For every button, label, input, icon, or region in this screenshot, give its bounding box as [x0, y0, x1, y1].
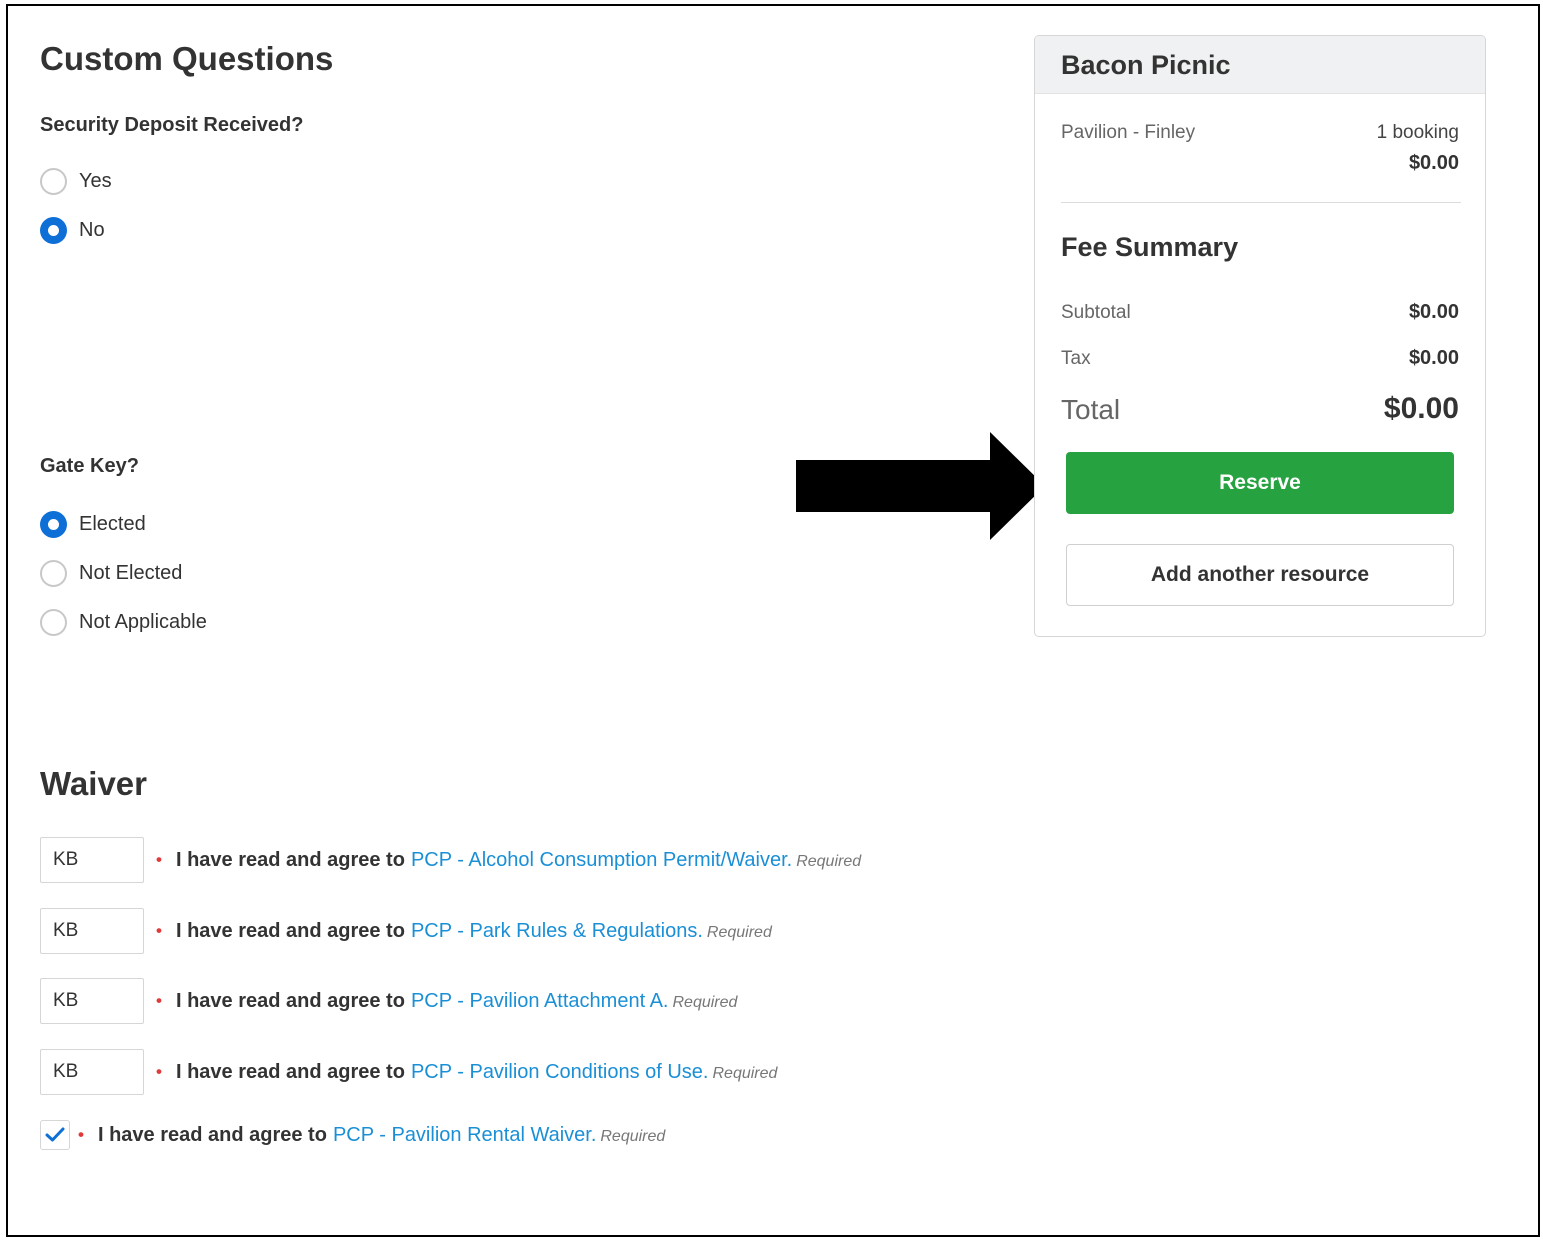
required-marker: • [156, 850, 162, 869]
radio-button[interactable] [40, 608, 67, 636]
summary-title: Bacon Picnic [1035, 36, 1485, 94]
booking-count: 1 booking [1376, 122, 1459, 143]
required-label: Required [672, 993, 738, 1011]
radio-label: Elected [79, 512, 146, 535]
resource-name: Pavilion - Finley [1061, 122, 1196, 143]
agree-text: I have read and agree to PCP - Pavilion R… [97, 1123, 666, 1146]
gate-key-option-not-elected[interactable]: Not Elected [40, 557, 182, 589]
total-value: $0.00 [1383, 392, 1459, 425]
arrow-right-icon [796, 432, 1045, 540]
waiver-link[interactable]: PCP - Alcohol Consumption Permit/Waiver. [411, 849, 792, 871]
waiver-row: • I have read and agree toPCP - Pavilion… [40, 1049, 777, 1095]
required-label: Required [796, 852, 862, 870]
required-label: Required [712, 1064, 778, 1082]
required-marker: • [156, 1062, 162, 1081]
initials-input[interactable] [40, 978, 144, 1024]
add-another-resource-button[interactable]: Add another resource [1066, 544, 1454, 606]
waiver-link[interactable]: PCP - Pavilion Rental Waiver. [333, 1124, 596, 1146]
resource-amount: $0.00 [1408, 152, 1459, 174]
gate-key-label: Gate Key? [40, 455, 139, 477]
subtotal-value: $0.00 [1408, 301, 1459, 323]
radio-button-selected[interactable] [40, 216, 67, 244]
agree-text: I have read and agree to PCP - Alcohol Co… [175, 848, 862, 871]
waiver-link[interactable]: PCP - Park Rules & Regulations. [411, 920, 703, 942]
radio-label: Not Applicable [79, 610, 207, 633]
radio-label: No [79, 218, 105, 241]
tax-label: Tax [1061, 348, 1091, 369]
agree-text: I have read and agree to PCP - Pavilion C… [175, 1060, 778, 1083]
subtotal-label: Subtotal [1061, 302, 1131, 323]
waiver-checkbox[interactable] [40, 1120, 70, 1150]
required-marker: • [156, 991, 162, 1010]
summary-card: Bacon Picnic Pavilion - Finley 1 booking… [1034, 35, 1486, 637]
waiver-heading: Waiver [40, 765, 147, 802]
waiver-row: • I have read and agree toPCP - Alcohol … [40, 837, 861, 883]
required-marker: • [156, 921, 162, 940]
initials-input[interactable] [40, 837, 144, 883]
gate-key-option-not-applicable[interactable]: Not Applicable [40, 606, 207, 638]
initials-input[interactable] [40, 908, 144, 954]
tax-value: $0.00 [1408, 347, 1459, 369]
radio-label: Yes [79, 169, 112, 192]
security-deposit-label: Security Deposit Received? [40, 114, 304, 136]
divider [1061, 202, 1461, 203]
agree-text: I have read and agree to PCP - Park Rules… [175, 919, 772, 942]
reserve-button[interactable]: Reserve [1066, 452, 1454, 514]
gate-key-option-elected[interactable]: Elected [40, 508, 146, 540]
required-label: Required [600, 1127, 666, 1145]
radio-button[interactable] [40, 559, 67, 587]
waiver-row: • I have read and agree toPCP - Park Rul… [40, 908, 772, 954]
security-deposit-option-yes[interactable]: Yes [40, 165, 112, 197]
security-deposit-option-no[interactable]: No [40, 214, 105, 246]
custom-questions-heading: Custom Questions [40, 40, 334, 77]
required-label: Required [706, 923, 772, 941]
checkmark-icon [45, 1127, 65, 1142]
agree-text: I have read and agree to PCP - Pavilion A… [175, 989, 738, 1012]
radio-label: Not Elected [79, 561, 183, 584]
waiver-link[interactable]: PCP - Pavilion Attachment A. [411, 990, 669, 1012]
waiver-link[interactable]: PCP - Pavilion Conditions of Use. [411, 1061, 709, 1083]
radio-button-selected[interactable] [40, 510, 67, 538]
required-marker: • [78, 1125, 84, 1144]
fee-summary-heading: Fee Summary [1061, 232, 1239, 262]
initials-input[interactable] [40, 1049, 144, 1095]
total-label: Total [1061, 394, 1121, 425]
waiver-row-checkbox: • I have read and agree to PCP - Pavilion… [40, 1112, 665, 1158]
radio-button[interactable] [40, 167, 67, 195]
waiver-row: • I have read and agree toPCP - Pavilion… [40, 978, 737, 1024]
